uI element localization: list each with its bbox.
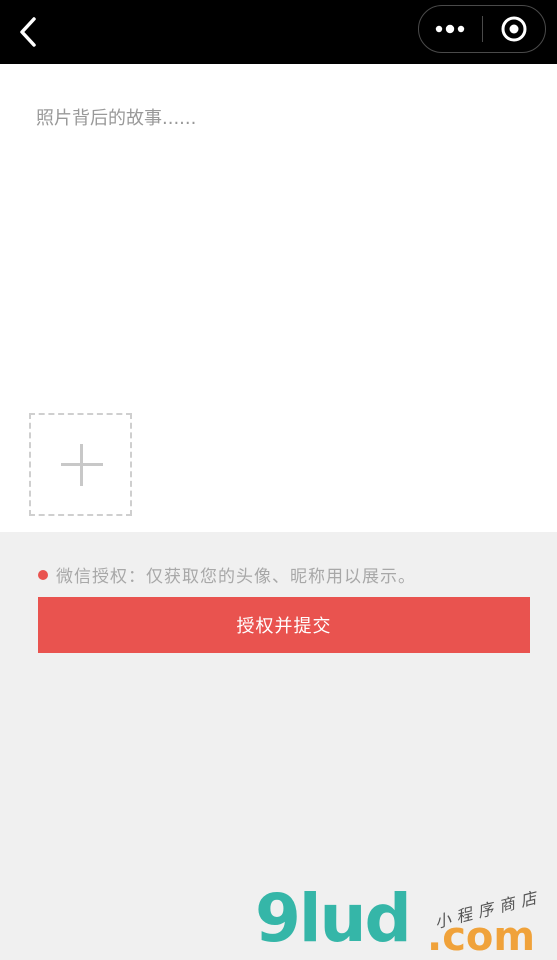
story-editor: [0, 64, 557, 532]
close-button[interactable]: [482, 6, 545, 52]
notice-dot: [38, 569, 48, 580]
auth-notice: 微信授权：仅获取您的头像、昵称用以展示。: [38, 562, 416, 587]
chevron-left-icon: [20, 17, 36, 47]
more-button[interactable]: [419, 6, 482, 52]
watermark-main: 9lud: [255, 880, 412, 957]
notice-text: 微信授权：仅获取您的头像、昵称用以展示。: [56, 567, 416, 587]
watermark-logo: 9lud 小程序商店 .com: [255, 880, 555, 960]
authorize-submit-button[interactable]: 授权并提交: [38, 597, 530, 653]
story-input[interactable]: [36, 104, 516, 146]
nav-bar: [0, 0, 557, 64]
capsule-menu: [418, 5, 546, 53]
back-button[interactable]: [8, 12, 48, 52]
more-dots-icon: [436, 24, 465, 34]
watermark-dotcom: .com: [427, 914, 536, 960]
add-photo-button[interactable]: [29, 413, 132, 516]
target-circle-icon: [501, 16, 527, 42]
